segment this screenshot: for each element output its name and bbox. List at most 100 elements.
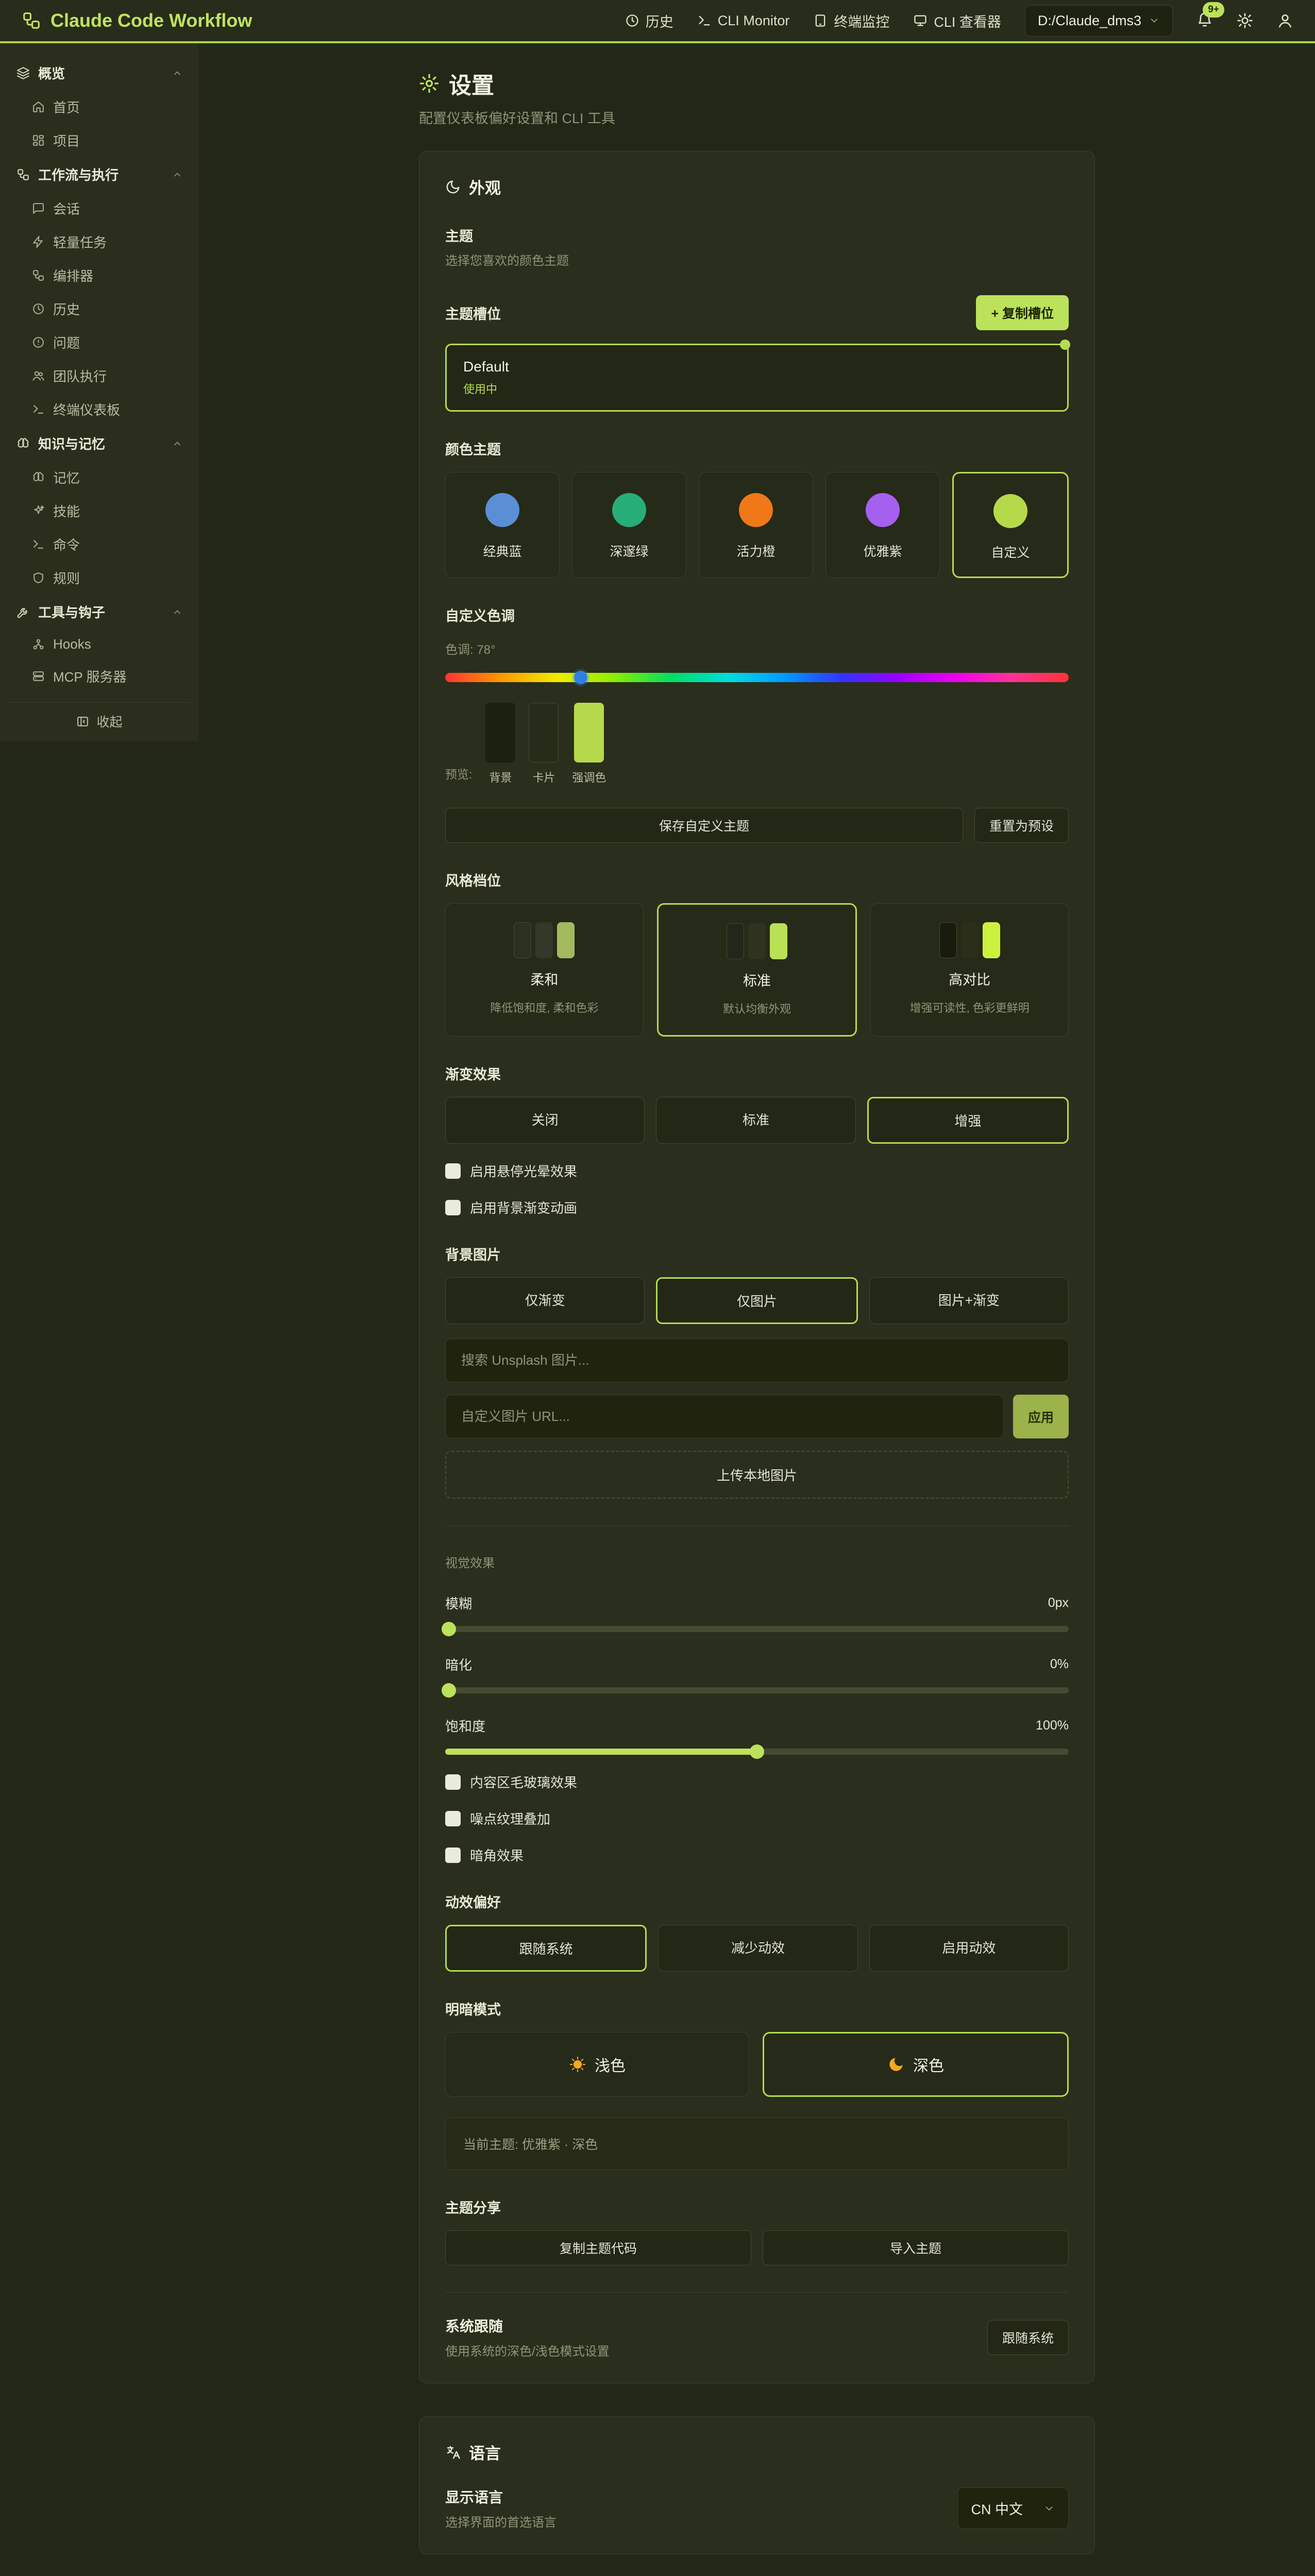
saturation-slider-thumb[interactable] — [750, 1744, 764, 1759]
nav-cli-viewer[interactable]: CLI 查看器 — [913, 11, 1001, 31]
dark-mode-button[interactable]: 深色 — [763, 2032, 1069, 2097]
nav-terminal-monitor[interactable]: 终端监控 — [813, 11, 889, 31]
sidebar-item-team-execution[interactable]: 团队执行 — [9, 359, 190, 393]
custom-image-url-input[interactable] — [445, 1395, 1004, 1438]
brain-icon — [32, 471, 45, 484]
saturation-slider[interactable] — [445, 1749, 1069, 1755]
motion-follow-system-option[interactable]: 跟随系统 — [445, 1925, 647, 1972]
theme-toggle-sun-icon[interactable] — [1237, 12, 1253, 29]
follow-system-button[interactable]: 跟随系统 — [987, 2320, 1069, 2355]
reset-to-preset-button[interactable]: 重置为预设 — [974, 808, 1069, 843]
notifications-bell[interactable]: 9+ — [1196, 11, 1213, 30]
sidebar-item-issues[interactable]: 问题 — [9, 326, 190, 359]
bg-gradient-anim-checkbox-row[interactable]: 启用背景渐变动画 — [445, 1198, 1069, 1217]
preview-label: 预览: — [445, 765, 472, 785]
motion-reduce-option[interactable]: 减少动效 — [658, 1925, 857, 1972]
import-theme-button[interactable]: 导入主题 — [763, 2230, 1069, 2265]
sidebar-item-sessions[interactable]: 会话 — [9, 192, 190, 225]
bg-image-gradient-option[interactable]: 图片+渐变 — [869, 1277, 1069, 1324]
preview-accent-swatch — [574, 703, 604, 762]
sidebar-item-hooks[interactable]: Hooks — [9, 629, 190, 659]
gradient-standard-option[interactable]: 标准 — [656, 1097, 855, 1144]
clock-icon — [625, 13, 639, 28]
light-mode-button[interactable]: 浅色 — [445, 2032, 749, 2097]
chevron-up-icon — [172, 438, 182, 449]
upload-local-image-button[interactable]: 上传本地图片 — [445, 1451, 1069, 1499]
vignette-checkbox-row[interactable]: 暗角效果 — [445, 1845, 1069, 1865]
bg-gradient-anim-checkbox[interactable] — [445, 1200, 461, 1215]
hue-slider[interactable] — [445, 673, 1069, 682]
hover-glow-checkbox[interactable] — [445, 1163, 461, 1179]
palette-custom[interactable]: 自定义 — [952, 472, 1069, 578]
sidebar-item-memory[interactable]: 记忆 — [9, 461, 190, 494]
palette-classic-blue[interactable]: 经典蓝 — [445, 472, 560, 578]
sidebar-item-home[interactable]: 首页 — [9, 90, 190, 124]
darken-slider[interactable] — [445, 1687, 1069, 1693]
style-soft[interactable]: 柔和 降低饱和度, 柔和色彩 — [445, 903, 644, 1037]
blur-slider[interactable] — [445, 1626, 1069, 1632]
sidebar-group-knowledge[interactable]: 知识与记忆 — [9, 426, 190, 461]
gradient-off-option[interactable]: 关闭 — [445, 1097, 645, 1144]
noise-texture-checkbox-row[interactable]: 噪点纹理叠加 — [445, 1809, 1069, 1828]
glass-effect-checkbox-row[interactable]: 内容区毛玻璃效果 — [445, 1772, 1069, 1791]
palette-vibrant-orange[interactable]: 活力橙 — [699, 472, 813, 578]
nav-history[interactable]: 历史 — [625, 11, 673, 31]
hover-glow-checkbox-row[interactable]: 启用悬停光晕效果 — [445, 1161, 1069, 1180]
gear-icon — [419, 73, 440, 94]
save-custom-theme-button[interactable]: 保存自定义主题 — [445, 808, 963, 843]
message-icon — [32, 202, 45, 215]
sparkles-icon — [32, 504, 45, 517]
copy-slot-button[interactable]: + 复制槽位 — [976, 295, 1069, 330]
hue-slider-thumb[interactable] — [574, 671, 587, 684]
style-standard[interactable]: 标准 默认均衡外观 — [657, 903, 857, 1037]
motion-enable-option[interactable]: 启用动效 — [869, 1925, 1069, 1972]
darken-slider-thumb[interactable] — [442, 1683, 456, 1698]
project-selector[interactable]: D:/Claude_dms3 — [1025, 5, 1173, 37]
sidebar-item-mcp-server[interactable]: MCP 服务器 — [9, 659, 190, 693]
sidebar-item-orchestrator[interactable]: 编排器 — [9, 259, 190, 292]
sidebar-item-history[interactable]: 历史 — [9, 292, 190, 326]
theme-slots-label: 主题槽位 — [445, 303, 501, 323]
user-menu-icon[interactable] — [1277, 12, 1293, 29]
panel-collapse-icon — [76, 715, 89, 728]
sidebar-item-skills[interactable]: 技能 — [9, 494, 190, 528]
terminal-icon — [32, 403, 45, 416]
light-dark-mode-label: 明暗模式 — [445, 1998, 1069, 2019]
language-select[interactable]: CN 中文 — [957, 2487, 1069, 2529]
apply-url-button[interactable]: 应用 — [1013, 1395, 1069, 1438]
sidebar-item-commands[interactable]: 命令 — [9, 528, 190, 561]
unsplash-search-input[interactable] — [445, 1338, 1069, 1382]
palette-elegant-purple[interactable]: 优雅紫 — [825, 472, 940, 578]
top-header: Claude Code Workflow 历史 CLI Monitor 终端监控… — [0, 0, 1315, 43]
blur-slider-thumb[interactable] — [442, 1622, 456, 1636]
active-slot-dot — [1060, 340, 1070, 350]
vignette-checkbox[interactable] — [445, 1848, 461, 1863]
theme-slot-default[interactable]: Default 使用中 — [445, 344, 1069, 412]
moon-icon — [887, 2056, 905, 2073]
language-card: 语言 显示语言 选择界面的首选语言 CN 中文 — [419, 2416, 1095, 2554]
sidebar-group-workflow[interactable]: 工作流与执行 — [9, 157, 190, 192]
sun-icon — [569, 2056, 586, 2073]
monitor-icon — [913, 13, 928, 28]
sidebar-item-projects[interactable]: 项目 — [9, 124, 190, 157]
color-swatch — [739, 493, 773, 527]
slot-status-badge: 使用中 — [463, 380, 1051, 397]
bg-gradient-only-option[interactable]: 仅渐变 — [445, 1277, 645, 1324]
noise-texture-checkbox[interactable] — [445, 1811, 461, 1826]
sidebar-item-terminal-dashboard[interactable]: 终端仪表板 — [9, 393, 190, 426]
sidebar-group-tools[interactable]: 工具与钩子 — [9, 595, 190, 629]
sidebar-group-overview[interactable]: 概览 — [9, 56, 190, 90]
gradient-enhanced-option[interactable]: 增强 — [867, 1097, 1069, 1144]
glass-effect-checkbox[interactable] — [445, 1774, 461, 1790]
style-high-contrast[interactable]: 高对比 增强可读性, 色彩更鲜明 — [870, 903, 1069, 1037]
palette-deep-green[interactable]: 深邃绿 — [572, 472, 686, 578]
app-title: Claude Code Workflow — [50, 10, 252, 31]
sidebar-collapse-button[interactable]: 收起 — [9, 702, 190, 741]
bg-image-only-option[interactable]: 仅图片 — [656, 1277, 857, 1324]
nav-cli-monitor[interactable]: CLI Monitor — [697, 13, 790, 29]
sidebar-item-rules[interactable]: 规则 — [9, 561, 190, 595]
chevron-up-icon — [172, 68, 182, 78]
page-title: 设置 — [419, 67, 1095, 100]
sidebar-item-light-tasks[interactable]: 轻量任务 — [9, 225, 190, 259]
copy-theme-code-button[interactable]: 复制主题代码 — [445, 2230, 751, 2265]
